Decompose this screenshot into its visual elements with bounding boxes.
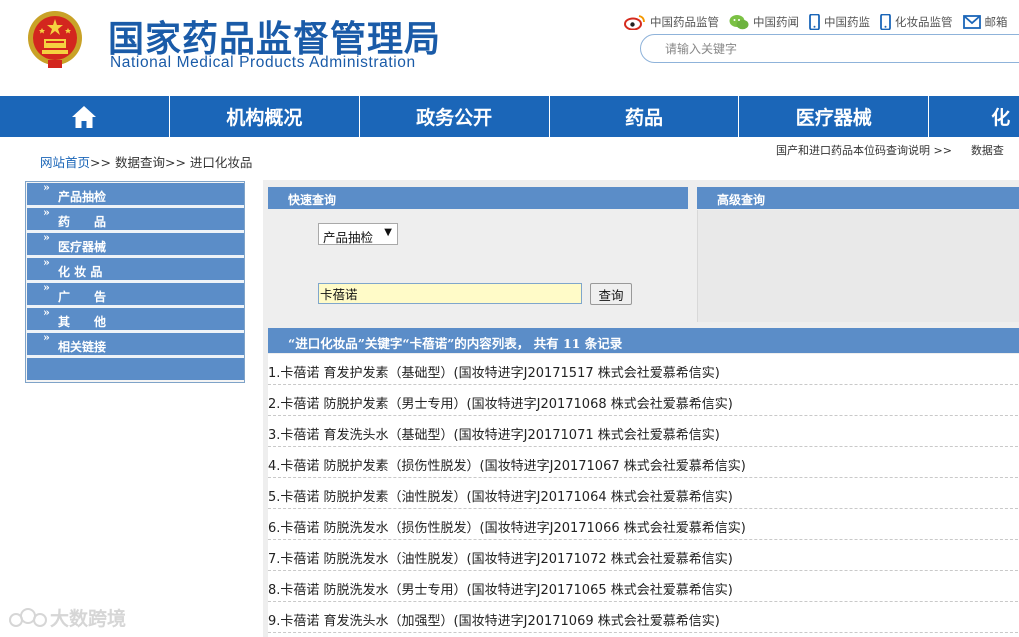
results-header-text: “进口化妆品”关键字“卡蓓诺”的内容列表， 共有 11 条记录 bbox=[288, 336, 623, 351]
result-row[interactable]: 8.卡蓓诺 防脱洗发水（男士专用）(国妆特进字J20171065 株式会社爱慕希… bbox=[268, 571, 1019, 602]
top-link-mobile-2[interactable]: 化妆品监管 bbox=[880, 14, 953, 30]
result-row[interactable]: 1.卡蓓诺 育发护发素（基础型）(国妆特进字J20171517 株式会社爱慕希信… bbox=[268, 354, 1019, 385]
result-link[interactable]: 8.卡蓓诺 防脱洗发水（男士专用）(国妆特进字J20171065 株式会社爱慕希… bbox=[268, 579, 733, 598]
site-title-en: National Medical Products Administration bbox=[110, 54, 416, 71]
nav-item-public-affairs[interactable]: 政务公开 bbox=[360, 96, 550, 137]
top-link-label: 邮箱 bbox=[984, 15, 1008, 29]
main-nav: 机构概况 政务公开 药品 医疗器械 化 bbox=[0, 96, 1019, 137]
quote-icon: » bbox=[43, 231, 50, 244]
left-menu-item-empty bbox=[27, 358, 244, 380]
nav-item-medical-devices[interactable]: 医疗器械 bbox=[739, 96, 930, 137]
weibo-icon bbox=[624, 15, 645, 30]
nav-item-organization[interactable]: 机构概况 bbox=[170, 96, 360, 137]
left-menu-item-cosmetics[interactable]: » 化 妆 品 bbox=[27, 256, 244, 280]
breadcrumb-data-query[interactable]: 数据查询 bbox=[115, 155, 165, 170]
result-row[interactable]: 5.卡蓓诺 防脱护发素（油性脱发）(国妆特进字J20171064 株式会社爱慕希… bbox=[268, 478, 1019, 509]
top-link-label: 中国药闻 bbox=[753, 15, 799, 29]
result-link[interactable]: 9.卡蓓诺 育发洗头水（加强型）(国妆特进字J20171069 株式会社爱慕希信… bbox=[268, 610, 720, 629]
left-menu-item-ads[interactable]: » 广 告 bbox=[27, 281, 244, 305]
result-row[interactable]: 7.卡蓓诺 防脱洗发水（油性脱发）(国妆特进字J20171072 株式会社爱慕希… bbox=[268, 540, 1019, 571]
quick-search-header: 快速查询 bbox=[268, 187, 688, 209]
link-drug-code-query[interactable]: 国产和进口药品本位码查询说明 bbox=[776, 144, 930, 157]
breadcrumb-home[interactable]: 网站首页 bbox=[40, 155, 90, 170]
mail-icon bbox=[962, 15, 981, 29]
quote-icon: » bbox=[43, 256, 50, 269]
watermark: 大数跨境 bbox=[8, 604, 126, 631]
watermark-text: 大数跨境 bbox=[50, 608, 127, 630]
mobile-phone-icon bbox=[880, 14, 891, 30]
result-link[interactable]: 4.卡蓓诺 防脱护发素（损伤性脱发）(国妆特进字J20171067 株式会社爱慕… bbox=[268, 455, 746, 474]
advanced-search-header[interactable]: 高级查询 bbox=[697, 187, 1019, 209]
category-select[interactable]: 产品抽检 ▼ bbox=[318, 223, 398, 245]
result-row[interactable]: 2.卡蓓诺 防脱护发素（男士专用）(国妆特进字J20171068 株式会社爱慕希… bbox=[268, 385, 1019, 416]
link-data-query[interactable]: 数据查 bbox=[971, 144, 1004, 157]
breadcrumb-separator: >> bbox=[90, 155, 111, 170]
category-select-value: 产品抽检 bbox=[323, 230, 374, 245]
breadcrumb-current: 进口化妆品 bbox=[189, 155, 253, 170]
result-link[interactable]: 2.卡蓓诺 防脱护发素（男士专用）(国妆特进字J20171068 株式会社爱慕希… bbox=[268, 393, 733, 412]
left-menu-label: 产品抽检 bbox=[58, 190, 107, 204]
results-header: “进口化妆品”关键字“卡蓓诺”的内容列表， 共有 11 条记录 bbox=[268, 328, 1019, 353]
quick-search-title: 快速查询 bbox=[288, 193, 337, 207]
top-link-label: 中国药监 bbox=[824, 15, 870, 29]
quote-icon: » bbox=[43, 331, 50, 344]
quote-icon: » bbox=[43, 181, 50, 194]
query-button[interactable]: 查询 bbox=[590, 283, 632, 305]
nav-home[interactable] bbox=[0, 96, 170, 137]
result-row[interactable]: 6.卡蓓诺 防脱洗发水（损伤性脱发）(国妆特进字J20171066 株式会社爱慕… bbox=[268, 509, 1019, 540]
right-links: 国产和进口药品本位码查询说明 >> 数据查 bbox=[776, 142, 1004, 158]
breadcrumb-separator: >> bbox=[164, 155, 186, 170]
top-link-wechat[interactable]: 中国药闻 bbox=[729, 14, 799, 30]
national-emblem-icon bbox=[28, 11, 82, 68]
left-menu-item-other[interactable]: » 其 他 bbox=[27, 306, 244, 330]
page: 国家药品监督管理局 National Medical Products Admi… bbox=[0, 0, 1019, 637]
result-row[interactable]: 3.卡蓓诺 育发洗头水（基础型）(国妆特进字J20171071 株式会社爱慕希信… bbox=[268, 416, 1019, 447]
top-link-label: 中国药品监管 bbox=[650, 15, 719, 29]
site-header: 国家药品监督管理局 National Medical Products Admi… bbox=[0, 0, 1019, 96]
result-link[interactable]: 7.卡蓓诺 防脱洗发水（油性脱发）(国妆特进字J20171072 株式会社爱慕希… bbox=[268, 548, 733, 567]
left-menu-label: 药 品 bbox=[58, 215, 107, 229]
quote-icon: » bbox=[43, 306, 50, 319]
left-menu-item-links[interactable]: » 相关链接 bbox=[27, 331, 244, 355]
top-link-weibo[interactable]: 中国药品监管 bbox=[624, 14, 719, 30]
top-link-label: 化妆品监管 bbox=[895, 15, 953, 29]
result-row[interactable]: 4.卡蓓诺 防脱护发素（损伤性脱发）(国妆特进字J20171067 株式会社爱慕… bbox=[268, 447, 1019, 478]
chevron-down-icon: ▼ bbox=[384, 227, 392, 238]
left-menu-item-devices[interactable]: » 医疗器械 bbox=[27, 231, 244, 255]
results-list: 1.卡蓓诺 育发护发素（基础型）(国妆特进字J20171517 株式会社爱慕希信… bbox=[268, 354, 1019, 637]
result-row[interactable]: 9.卡蓓诺 育发洗头水（加强型）(国妆特进字J20171069 株式会社爱慕希信… bbox=[268, 602, 1019, 633]
home-icon bbox=[72, 105, 97, 128]
left-menu-label: 其 他 bbox=[58, 315, 107, 329]
top-links: 中国药品监管 中国药闻 中国药监 化妆品监管 邮箱 bbox=[624, 11, 1018, 33]
watermark-logo-icon bbox=[9, 607, 47, 627]
top-link-mobile-1[interactable]: 中国药监 bbox=[809, 14, 870, 30]
left-menu-label: 化 妆 品 bbox=[58, 265, 103, 279]
left-menu-label: 医疗器械 bbox=[58, 240, 107, 254]
result-link[interactable]: 1.卡蓓诺 育发护发素（基础型）(国妆特进字J20171517 株式会社爱慕希信… bbox=[268, 362, 720, 381]
top-link-mail[interactable]: 邮箱 bbox=[962, 14, 1008, 30]
site-search bbox=[640, 34, 1019, 63]
nav-item-drugs[interactable]: 药品 bbox=[550, 96, 740, 137]
result-link[interactable]: 3.卡蓓诺 育发洗头水（基础型）(国妆特进字J20171071 株式会社爱慕希信… bbox=[268, 424, 720, 443]
breadcrumb: 网站首页>> 数据查询>> 进口化妆品 bbox=[40, 152, 252, 171]
result-link[interactable]: 6.卡蓓诺 防脱洗发水（损伤性脱发）(国妆特进字J20171066 株式会社爱慕… bbox=[268, 517, 746, 536]
nav-item-cosmetics[interactable]: 化 bbox=[929, 96, 1019, 137]
wechat-icon bbox=[729, 15, 749, 30]
left-menu-item-sampling[interactable]: » 产品抽检 bbox=[27, 181, 244, 205]
advanced-search-title: 高级查询 bbox=[717, 193, 766, 207]
advanced-search-body bbox=[697, 210, 1019, 322]
left-menu-label: 广 告 bbox=[58, 290, 107, 304]
quote-icon: » bbox=[43, 281, 50, 294]
left-menu-item-drugs[interactable]: » 药 品 bbox=[27, 206, 244, 230]
right-link-separator: >> bbox=[933, 144, 952, 157]
mobile-phone-icon bbox=[809, 14, 820, 30]
keyword-input[interactable] bbox=[318, 283, 582, 304]
result-link[interactable]: 5.卡蓓诺 防脱护发素（油性脱发）(国妆特进字J20171064 株式会社爱慕希… bbox=[268, 486, 733, 505]
site-search-input[interactable] bbox=[665, 40, 965, 58]
left-menu-label: 相关链接 bbox=[58, 340, 107, 354]
quote-icon: » bbox=[43, 206, 50, 219]
left-menu: » 产品抽检 » 药 品 » 医疗器械 » 化 妆 品 » 广 告 » 其 他 » 相关链接 bbox=[25, 181, 245, 383]
